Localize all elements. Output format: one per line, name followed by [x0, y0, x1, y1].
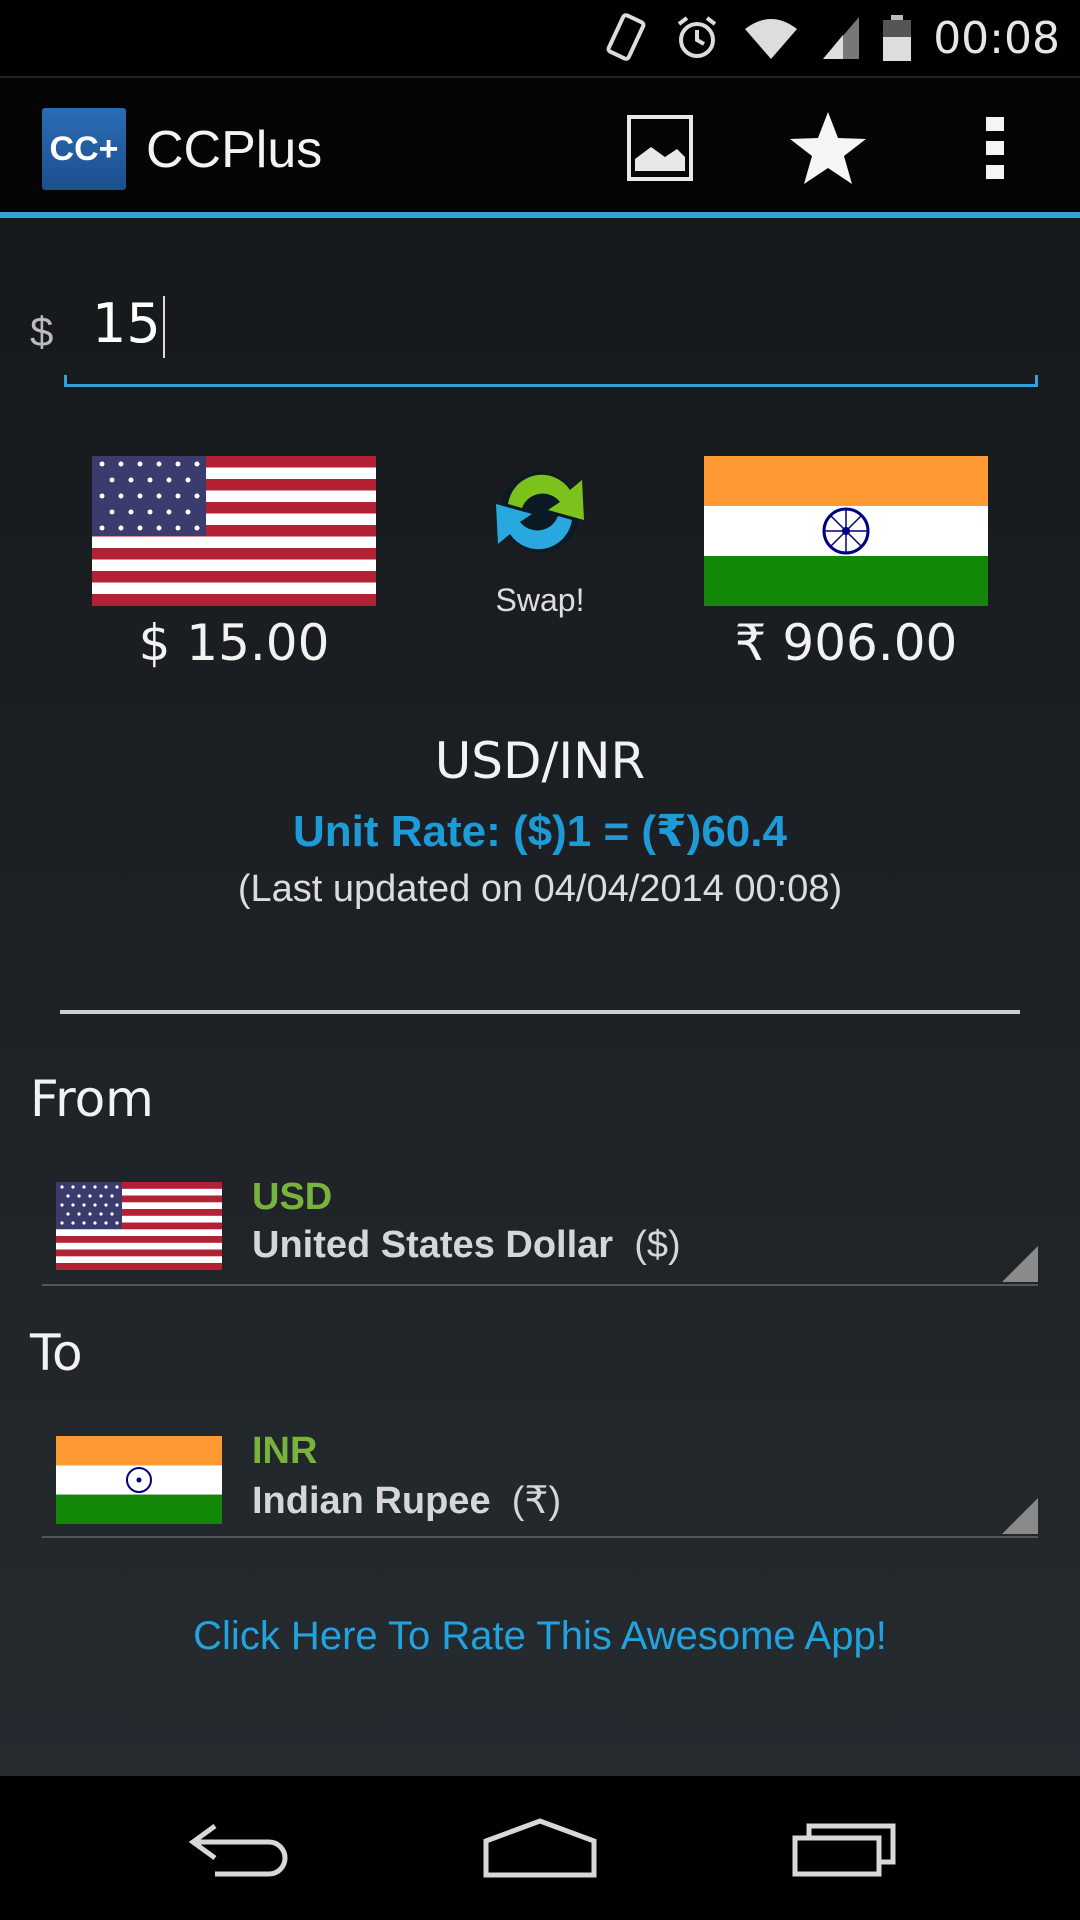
last-updated: (Last updated on 04/04/2014 00:08)	[237, 868, 843, 910]
amount-row: $ 15	[0, 266, 1080, 387]
from-currency-name: United States Dollar ($)	[252, 1224, 681, 1267]
to-currency-full-name: Indian Rupee	[252, 1480, 491, 1522]
battery-icon	[883, 15, 912, 61]
rate-app-link[interactable]: Click Here To Rate This Awesome App!	[0, 1614, 1080, 1659]
from-currency-code: USD	[252, 1176, 333, 1218]
from-currency-symbol: ($)	[634, 1224, 681, 1266]
dropdown-corner-icon	[1002, 1246, 1038, 1282]
to-currency-code: INR	[252, 1430, 318, 1472]
to-currency-symbol: (₹)	[511, 1480, 562, 1522]
home-button[interactable]	[470, 1808, 610, 1888]
app-title: CCPlus	[146, 121, 323, 179]
status-bar: 00:08	[0, 0, 1080, 76]
signal-icon	[823, 17, 860, 59]
main-content: $ 15 $ 15.00 Swap! ₹ 906.00 USD/INR Unit…	[0, 218, 1080, 1776]
back-button[interactable]	[170, 1808, 310, 1888]
favorite-button[interactable]	[788, 108, 868, 188]
amount-currency-symbol: $	[30, 308, 54, 355]
amount-value: 15	[92, 292, 161, 355]
amount-input-underline	[64, 375, 1038, 387]
currency-pair: USD/INR	[434, 732, 646, 790]
status-time: 00:08	[933, 12, 1060, 64]
overflow-menu-icon	[986, 117, 1004, 179]
india-flag-small	[56, 1436, 222, 1524]
from-label: From	[30, 1070, 154, 1128]
back-icon	[188, 1823, 288, 1877]
from-converted-value: $ 15.00	[138, 614, 330, 672]
action-bar: CC+ CCPlus	[0, 76, 1080, 214]
image-button[interactable]	[620, 108, 700, 188]
india-flag-large[interactable]	[704, 456, 988, 606]
text-caret	[162, 296, 165, 359]
alarm-icon	[677, 16, 717, 58]
wifi-icon	[745, 19, 798, 59]
navigation-bar	[0, 1776, 1080, 1920]
swap-icon[interactable]	[478, 456, 602, 566]
to-converted-value: ₹ 906.00	[734, 614, 958, 672]
dropdown-corner-icon	[1002, 1498, 1038, 1534]
amount-input[interactable]: 15	[92, 292, 165, 359]
from-currency-spinner[interactable]: USD United States Dollar ($)	[42, 1160, 1038, 1300]
unit-rate: Unit Rate: ($)1 = (₹)60.4	[293, 807, 787, 856]
to-label: To	[30, 1324, 83, 1382]
us-flag-large[interactable]	[92, 456, 376, 606]
us-flag-small	[56, 1182, 222, 1270]
recent-apps-button[interactable]	[774, 1808, 914, 1888]
image-icon	[627, 115, 693, 181]
app-logo[interactable]: CC+	[42, 108, 126, 190]
vibrate-icon	[606, 13, 646, 61]
to-spinner-underline	[42, 1536, 1038, 1538]
home-icon	[483, 1818, 597, 1878]
recent-apps-icon	[792, 1823, 896, 1877]
to-currency-spinner[interactable]: INR Indian Rupee (₹)	[42, 1412, 1038, 1552]
star-icon	[790, 112, 866, 184]
overflow-menu-button[interactable]	[956, 108, 1036, 188]
from-currency-full-name: United States Dollar	[252, 1224, 614, 1266]
to-currency-name: Indian Rupee (₹)	[252, 1478, 561, 1523]
from-spinner-underline	[42, 1284, 1038, 1286]
swap-label[interactable]: Swap!	[440, 582, 640, 619]
status-icons: 00:08	[605, 0, 1080, 76]
section-divider	[60, 1010, 1020, 1014]
